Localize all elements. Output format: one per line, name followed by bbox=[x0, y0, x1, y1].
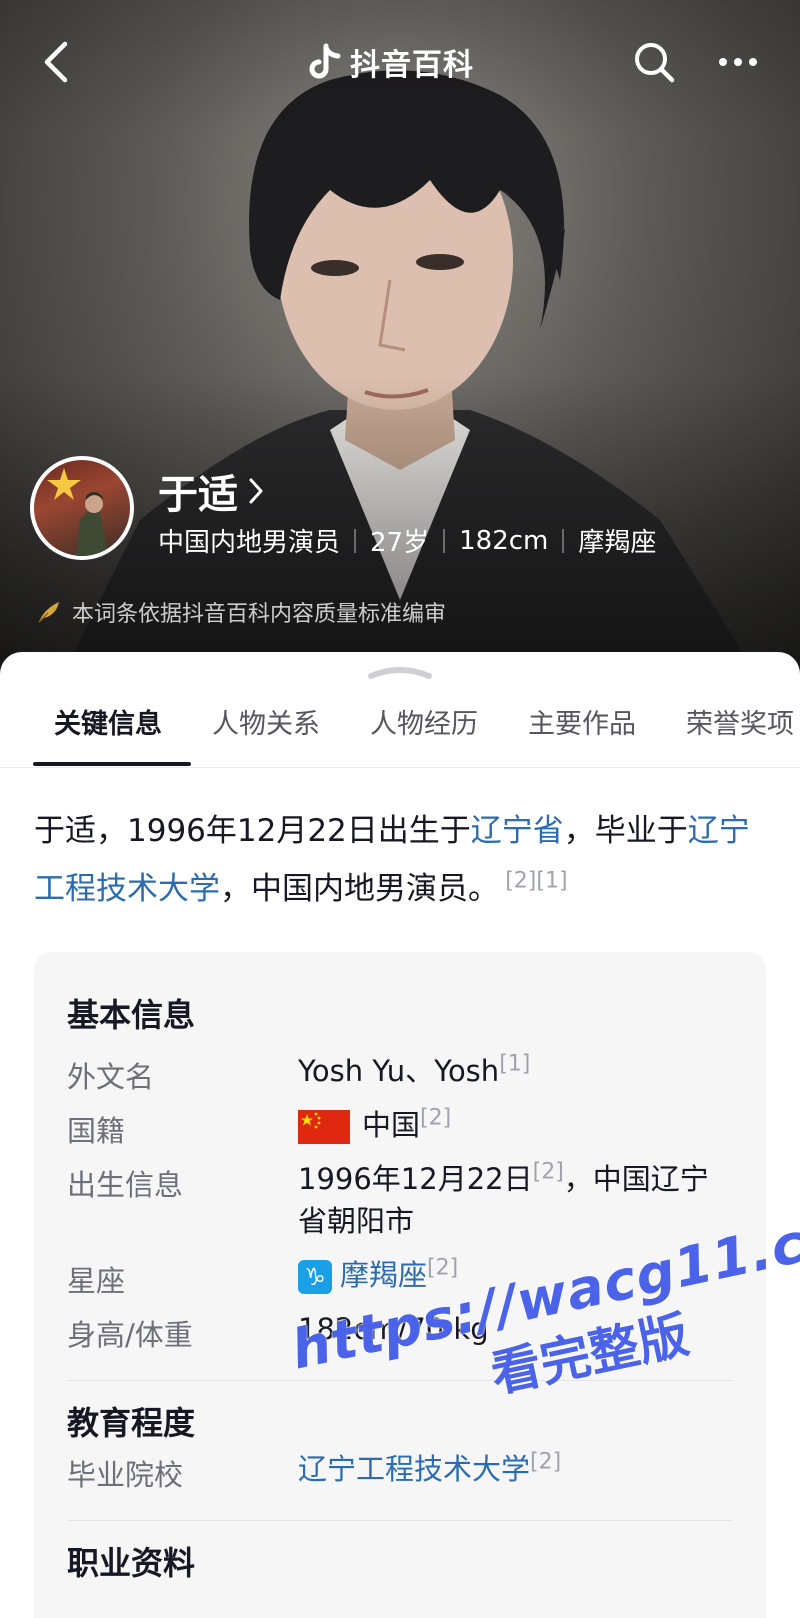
field-label: 国籍 bbox=[67, 1114, 126, 1148]
citation[interactable]: [2] bbox=[530, 1449, 561, 1474]
tag-separator bbox=[354, 528, 357, 553]
review-note: 本词条依据抖音百科内容质量标准编审 bbox=[36, 596, 446, 628]
section-title-education: 教育程度 bbox=[67, 1404, 196, 1442]
summary-paragraph: 于适，1996年12月22日出生于辽宁省，毕业于辽宁工程技术大学，中国内地男演员… bbox=[34, 802, 769, 918]
tab-bar: 关键信息 人物关系 人物经历 主要作品 荣誉奖项 bbox=[0, 684, 800, 768]
tag-age: 27岁 bbox=[370, 528, 430, 558]
citation[interactable]: [2] bbox=[505, 869, 536, 894]
summary-text: ，毕业于 bbox=[563, 813, 688, 849]
link-school[interactable]: 辽宁工程技术大学 bbox=[298, 1452, 530, 1486]
citation[interactable]: [1] bbox=[499, 1051, 530, 1076]
avatar-image bbox=[47, 468, 108, 556]
quill-icon bbox=[38, 602, 59, 623]
field-label: 毕业院校 bbox=[67, 1458, 184, 1492]
foreign-name-text: Yosh Yu、Yosh bbox=[298, 1054, 500, 1088]
capricorn-icon: ♑ bbox=[298, 1260, 332, 1294]
citation[interactable]: [2] bbox=[427, 1255, 458, 1280]
field-value-height-weight: 182cm/70 kg bbox=[298, 1312, 489, 1346]
section-divider bbox=[67, 1380, 733, 1381]
chevron-right-icon bbox=[249, 478, 263, 504]
tag-separator bbox=[443, 528, 446, 553]
search-button[interactable] bbox=[628, 36, 680, 88]
summary-text: ，中国内地男演员。 bbox=[220, 871, 499, 907]
link-liaoning[interactable]: 辽宁省 bbox=[471, 813, 564, 849]
content-sheet: 关键信息 人物关系 人物经历 主要作品 荣誉奖项 于适，1996年12月22日出… bbox=[0, 652, 800, 1618]
tab-experience[interactable]: 人物经历 bbox=[370, 702, 478, 741]
info-card: 基本信息 外文名 Yosh Yu、Yosh[1] 国籍 中国[2] 出生信息 1… bbox=[34, 952, 766, 1618]
birth-date: 1996年12月22日 bbox=[298, 1162, 533, 1196]
field-label: 星座 bbox=[67, 1264, 126, 1298]
field-value-zodiac: ♑ 摩羯座[2] bbox=[298, 1254, 738, 1296]
douyin-logo-icon bbox=[309, 43, 341, 79]
hero-shade bbox=[0, 0, 800, 680]
link-capricorn[interactable]: 摩羯座 bbox=[340, 1258, 427, 1292]
tag-height: 182cm bbox=[459, 525, 549, 556]
review-note-text: 本词条依据抖音百科内容质量标准编审 bbox=[72, 602, 447, 627]
chevron-left-icon bbox=[44, 41, 68, 83]
birth-place: ，中国辽宁 bbox=[563, 1162, 709, 1196]
field-value-nationality: 中国[2] bbox=[298, 1104, 738, 1146]
search-icon bbox=[635, 43, 675, 83]
section-title-basic: 基本信息 bbox=[67, 996, 196, 1034]
person-name: 于适 bbox=[158, 472, 238, 518]
tab-relationships[interactable]: 人物关系 bbox=[212, 702, 320, 741]
tag-zodiac: 摩羯座 bbox=[578, 528, 657, 558]
back-button[interactable] bbox=[30, 36, 82, 88]
hero-banner: 抖音百科 于适 中国内地男演员 27岁 182cm 摩羯座 本词条依据抖音百科内… bbox=[0, 0, 800, 680]
field-value-school: 辽宁工程技术大学[2] bbox=[298, 1448, 738, 1490]
tab-key-info[interactable]: 关键信息 bbox=[54, 702, 162, 741]
drag-handle[interactable] bbox=[365, 662, 435, 680]
more-button[interactable] bbox=[710, 36, 766, 88]
tab-works[interactable]: 主要作品 bbox=[528, 702, 636, 741]
birth-place-cont: 省朝阳市 bbox=[298, 1204, 415, 1238]
tab-awards[interactable]: 荣誉奖项 bbox=[686, 702, 794, 741]
active-tab-indicator bbox=[33, 762, 191, 766]
citation[interactable]: [2] bbox=[533, 1159, 564, 1184]
section-divider bbox=[67, 1520, 733, 1521]
china-flag-icon bbox=[298, 1110, 350, 1144]
tag-occupation: 中国内地男演员 bbox=[158, 528, 341, 558]
field-label: 身高/体重 bbox=[67, 1318, 193, 1352]
more-dots-icon bbox=[719, 58, 757, 66]
field-value-birth: 1996年12月22日[2]，中国辽宁 省朝阳市 bbox=[298, 1158, 738, 1242]
brand-title: 抖音百科 bbox=[308, 38, 474, 86]
field-value-foreign-name: Yosh Yu、Yosh[1] bbox=[298, 1050, 738, 1092]
nationality-text: 中国 bbox=[362, 1108, 421, 1142]
summary-text: 于适，1996年12月22日出生于 bbox=[34, 813, 471, 849]
citation[interactable]: [1] bbox=[536, 869, 567, 894]
avatar[interactable] bbox=[30, 456, 134, 560]
brand-label: 抖音百科 bbox=[350, 48, 474, 83]
citation[interactable]: [2] bbox=[420, 1105, 451, 1130]
top-bar: 抖音百科 bbox=[0, 30, 800, 94]
section-title-career: 职业资料 bbox=[67, 1544, 196, 1582]
field-label: 外文名 bbox=[67, 1060, 155, 1094]
tag-separator bbox=[562, 528, 565, 553]
profile-tags: 中国内地男演员 27岁 182cm 摩羯座 bbox=[158, 522, 656, 559]
person-name-link[interactable]: 于适 bbox=[158, 462, 264, 520]
field-label: 出生信息 bbox=[67, 1168, 184, 1202]
